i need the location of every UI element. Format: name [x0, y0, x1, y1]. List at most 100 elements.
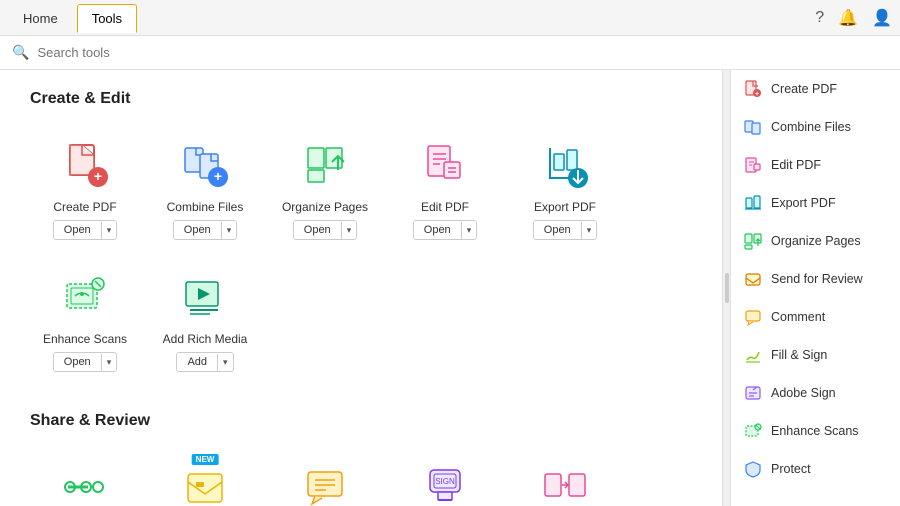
edit-pdf-open-btn[interactable]: Open: [414, 221, 461, 239]
tool-compare-files: Compare Files: [510, 450, 620, 506]
sidebar-fill-sign-icon: [743, 345, 763, 365]
combine-files-icon: +: [178, 138, 232, 192]
export-pdf-open-btn[interactable]: Open: [534, 221, 581, 239]
search-icon: 🔍: [12, 44, 29, 61]
tool-comment: Comment: [270, 450, 380, 506]
nav-tab-home[interactable]: Home: [8, 4, 73, 33]
main-layout: Create & Edit + Create PDF: [0, 70, 900, 506]
tool-export-pdf: Export PDF Open ▾: [510, 128, 620, 250]
combine-files-label: Combine Files: [167, 200, 244, 214]
comment-tool-icon: [298, 460, 352, 506]
tool-edit-pdf: Edit PDF Open ▾: [390, 128, 500, 250]
sidebar-send-for-review-label: Send for Review: [771, 272, 863, 286]
export-pdf-icon: [538, 138, 592, 192]
organize-pages-open-btn[interactable]: Open: [294, 221, 341, 239]
nav-tab-tools[interactable]: Tools: [77, 4, 137, 33]
search-input[interactable]: [37, 45, 717, 60]
search-bar: 🔍: [0, 36, 900, 70]
content-divider[interactable]: [722, 70, 730, 506]
sidebar-item-adobe-sign[interactable]: Adobe Sign: [731, 374, 900, 412]
add-rich-media-arrow-btn[interactable]: ▾: [217, 354, 233, 371]
sidebar-adobe-sign-label: Adobe Sign: [771, 386, 836, 400]
sidebar-edit-pdf-icon: [743, 155, 763, 175]
compare-files-icon: [538, 460, 592, 506]
add-rich-media-label: Add Rich Media: [163, 332, 248, 346]
sidebar-enhance-scans-label: Enhance Scans: [771, 424, 859, 438]
help-icon[interactable]: ?: [815, 9, 824, 27]
export-pdf-arrow-btn[interactable]: ▾: [581, 222, 597, 239]
top-navigation: Home Tools ? 🔔 👤: [0, 0, 900, 36]
sidebar-item-edit-pdf[interactable]: Edit PDF: [731, 146, 900, 184]
sidebar-send-for-review-icon: [743, 269, 763, 289]
share-icon: NEW: [178, 460, 232, 506]
nav-icons: ? 🔔 👤: [815, 8, 892, 28]
combine-files-open-btn[interactable]: Open: [174, 221, 221, 239]
sidebar-comment-label: Comment: [771, 310, 825, 324]
enhance-scans-open-btn[interactable]: Open: [54, 353, 101, 371]
sidebar-fill-sign-label: Fill & Sign: [771, 348, 827, 362]
sidebar-enhance-scans-icon: [743, 421, 763, 441]
send-files-icon: [58, 460, 112, 506]
sidebar-item-send-for-review[interactable]: Send for Review: [731, 260, 900, 298]
section-share-review: Share & Review Send Files: [30, 412, 692, 506]
add-rich-media-add-btn[interactable]: Add: [177, 353, 217, 371]
sidebar-item-protect[interactable]: Protect: [731, 450, 900, 488]
divider-handle: [725, 273, 729, 303]
tool-send-files: Send Files: [30, 450, 140, 506]
export-pdf-label: Export PDF: [534, 200, 596, 214]
sidebar-item-organize-pages[interactable]: Organize Pages: [731, 222, 900, 260]
create-pdf-label: Create PDF: [53, 200, 116, 214]
sidebar-organize-pages-label: Organize Pages: [771, 234, 861, 248]
sidebar-create-pdf-icon: +: [743, 79, 763, 99]
tools-grid-share-review: Send Files NEW Shar: [30, 450, 692, 506]
edit-pdf-arrow-btn[interactable]: ▾: [461, 222, 477, 239]
sidebar-adobe-sign-icon: [743, 383, 763, 403]
sidebar-item-comment[interactable]: Comment: [731, 298, 900, 336]
svg-text:+: +: [214, 168, 222, 184]
combine-files-arrow-btn[interactable]: ▾: [221, 222, 237, 239]
enhance-scans-icon: [58, 270, 112, 324]
sidebar-export-pdf-icon: [743, 193, 763, 213]
export-pdf-btn-group[interactable]: Open ▾: [533, 220, 597, 240]
organize-pages-btn-group[interactable]: Open ▾: [293, 220, 357, 240]
sidebar-protect-label: Protect: [771, 462, 811, 476]
tool-organize-pages: Organize Pages Open ▾: [270, 128, 380, 250]
right-sidebar: + Create PDF Combine Files: [730, 70, 900, 506]
create-pdf-btn-group[interactable]: Open ▾: [53, 220, 117, 240]
sidebar-item-fill-sign[interactable]: Fill & Sign: [731, 336, 900, 374]
enhance-scans-btn-group[interactable]: Open ▾: [53, 352, 117, 372]
sidebar-item-combine-files[interactable]: Combine Files: [731, 108, 900, 146]
add-rich-media-btn-group[interactable]: Add ▾: [176, 352, 233, 372]
tool-add-rich-media: Add Rich Media Add ▾: [150, 260, 260, 382]
section-heading-create-edit: Create & Edit: [30, 90, 692, 108]
enhance-scans-label: Enhance Scans: [43, 332, 127, 346]
svg-text:+: +: [94, 168, 102, 184]
tool-enhance-scans: Enhance Scans Open ▾: [30, 260, 140, 382]
create-pdf-icon: +: [58, 138, 112, 192]
combine-files-btn-group[interactable]: Open ▾: [173, 220, 237, 240]
tool-request-signatures: SIGN Request Signatures: [390, 450, 500, 506]
create-pdf-arrow-btn[interactable]: ▾: [101, 222, 117, 239]
section-create-edit: Create & Edit + Create PDF: [30, 90, 692, 382]
request-signatures-icon: SIGN: [418, 460, 472, 506]
sidebar-item-enhance-scans[interactable]: Enhance Scans: [731, 412, 900, 450]
new-badge: NEW: [192, 454, 219, 465]
account-icon[interactable]: 👤: [872, 8, 892, 28]
create-pdf-open-btn[interactable]: Open: [54, 221, 101, 239]
svg-text:+: +: [755, 91, 759, 98]
tools-grid-create-edit: + Create PDF Open ▾: [30, 128, 692, 382]
sidebar-item-export-pdf[interactable]: Export PDF: [731, 184, 900, 222]
sidebar-create-pdf-label: Create PDF: [771, 82, 837, 96]
sidebar-item-create-pdf[interactable]: + Create PDF: [731, 70, 900, 108]
tool-create-pdf: + Create PDF Open ▾: [30, 128, 140, 250]
notification-icon[interactable]: 🔔: [838, 8, 858, 28]
edit-pdf-btn-group[interactable]: Open ▾: [413, 220, 477, 240]
sidebar-combine-files-icon: [743, 117, 763, 137]
sidebar-comment-icon: [743, 307, 763, 327]
tool-combine-files: + Combine Files Open ▾: [150, 128, 260, 250]
enhance-scans-arrow-btn[interactable]: ▾: [101, 354, 117, 371]
organize-pages-arrow-btn[interactable]: ▾: [341, 222, 357, 239]
tool-share: NEW Share: [150, 450, 260, 506]
sidebar-export-pdf-label: Export PDF: [771, 196, 836, 210]
sidebar-organize-pages-icon: [743, 231, 763, 251]
